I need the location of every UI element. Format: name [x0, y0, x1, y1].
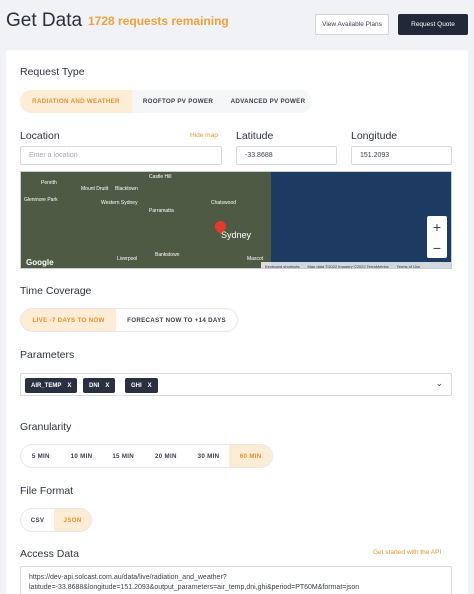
- remove-chip-icon[interactable]: X: [148, 383, 152, 389]
- granularity-60-min[interactable]: 60 MIN: [229, 445, 272, 467]
- tab-live[interactable]: LIVE -7 DAYS TO NOW: [21, 309, 117, 331]
- granularity-30-min[interactable]: 30 MIN: [188, 445, 230, 467]
- map-sea-area: [271, 172, 451, 268]
- parameters-title: Parameters: [20, 349, 75, 361]
- view-plans-button[interactable]: View Available Plans: [315, 14, 389, 35]
- map-land-area: [21, 172, 283, 268]
- request-type-tabs: RADIATION AND WEATHER ROOFTOP PV POWER A…: [20, 90, 312, 113]
- api-url-line: latitude=-33.8688&longitude=151.2093&out…: [29, 584, 360, 591]
- tab-radiation-weather[interactable]: RADIATION AND WEATHER: [20, 90, 132, 113]
- location-label: Location: [20, 130, 60, 142]
- parameters-select[interactable]: AIR_TEMP X DNI X GHI X ⌄: [20, 373, 452, 396]
- granularity-20-min[interactable]: 20 MIN: [144, 445, 188, 467]
- latitude-input[interactable]: -33.8688: [236, 146, 337, 165]
- zoom-in-button[interactable]: +: [427, 216, 447, 237]
- tab-advanced-pv[interactable]: ADVANCED PV POWER: [224, 90, 312, 113]
- google-logo: Google: [26, 258, 54, 267]
- chip-ghi: GHI X: [125, 378, 158, 393]
- access-data-title: Access Data: [20, 548, 79, 560]
- file-format-tabs: CSV JSON: [20, 508, 92, 532]
- map-label: Penrith: [41, 180, 57, 186]
- keyboard-shortcuts-link[interactable]: Keyboard shortcuts: [265, 264, 299, 269]
- granularity-15-min[interactable]: 15 MIN: [102, 445, 144, 467]
- tab-rooftop-pv[interactable]: ROOFTOP PV POWER: [132, 90, 224, 113]
- map-label: Blacktown: [115, 186, 138, 192]
- map-label: Parramatta: [149, 208, 174, 214]
- map-label: Glenmore Park: [24, 197, 58, 203]
- map-label: Bankstown: [155, 252, 180, 258]
- map-label: Western Sydney: [101, 200, 138, 206]
- chevron-down-icon[interactable]: ⌄: [435, 378, 443, 389]
- file-format-title: File Format: [20, 485, 74, 497]
- chip-label: GHI: [131, 382, 142, 389]
- hide-map-link[interactable]: Hide map: [190, 132, 218, 139]
- map-data-text: Map data ©2022 Imagery ©2022 TerraMetric…: [307, 263, 389, 269]
- map-zoom-control: + −: [427, 216, 447, 258]
- granularity-title: Granularity: [20, 421, 72, 433]
- page-title: Get Data: [6, 10, 83, 31]
- format-json[interactable]: JSON: [54, 509, 91, 531]
- top-bar: Get Data 1728 requests remaining View Av…: [0, 0, 474, 44]
- latitude-label: Latitude: [236, 130, 274, 142]
- remove-chip-icon[interactable]: X: [105, 383, 109, 389]
- chip-air-temp: AIR_TEMP X: [25, 378, 78, 393]
- longitude-label: Longitude: [351, 130, 398, 142]
- request-type-title: Request Type: [20, 66, 85, 78]
- map-attribution: Keyboard shortcuts Map data ©2022 Imager…: [261, 262, 451, 269]
- map-label: Chatswood: [211, 200, 237, 206]
- format-csv[interactable]: CSV: [21, 509, 54, 531]
- remove-chip-icon[interactable]: X: [67, 383, 71, 389]
- map-label: Castle Hill: [149, 174, 172, 180]
- location-map[interactable]: Penrith Mount Druitt Blacktown Castle Hi…: [20, 171, 452, 269]
- request-quote-button[interactable]: Request Quote: [398, 14, 468, 35]
- granularity-5-min[interactable]: 5 MIN: [21, 445, 61, 467]
- time-coverage-tabs: LIVE -7 DAYS TO NOW FORECAST NOW TO +14 …: [20, 308, 238, 332]
- requests-remaining: 1728 requests remaining: [88, 14, 229, 28]
- api-getting-started-link[interactable]: Get started with the API: [373, 549, 441, 556]
- tab-forecast[interactable]: FORECAST NOW TO +14 DAYS: [116, 309, 237, 331]
- terms-link[interactable]: Terms of Use: [397, 264, 421, 269]
- chip-label: AIR_TEMP: [31, 382, 62, 389]
- granularity-tabs: 5 MIN 10 MIN 15 MIN 20 MIN 30 MIN 60 MIN: [20, 444, 273, 468]
- api-url-line: https://dev-api.solcast.com.au/data/live…: [29, 574, 227, 581]
- chip-dni: DNI X: [83, 378, 116, 393]
- time-coverage-title: Time Coverage: [20, 285, 92, 297]
- api-url-field[interactable]: https://dev-api.solcast.com.au/data/live…: [20, 566, 452, 594]
- longitude-input[interactable]: 151.2093: [351, 146, 452, 165]
- location-input[interactable]: Enter a location: [20, 146, 222, 165]
- chip-label: DNI: [89, 382, 100, 389]
- map-label: Liverpool: [117, 256, 138, 262]
- zoom-out-button[interactable]: −: [427, 237, 447, 258]
- map-label: Mount Druitt: [81, 186, 109, 192]
- granularity-10-min[interactable]: 10 MIN: [61, 445, 103, 467]
- map-city-label: Sydney: [221, 230, 252, 240]
